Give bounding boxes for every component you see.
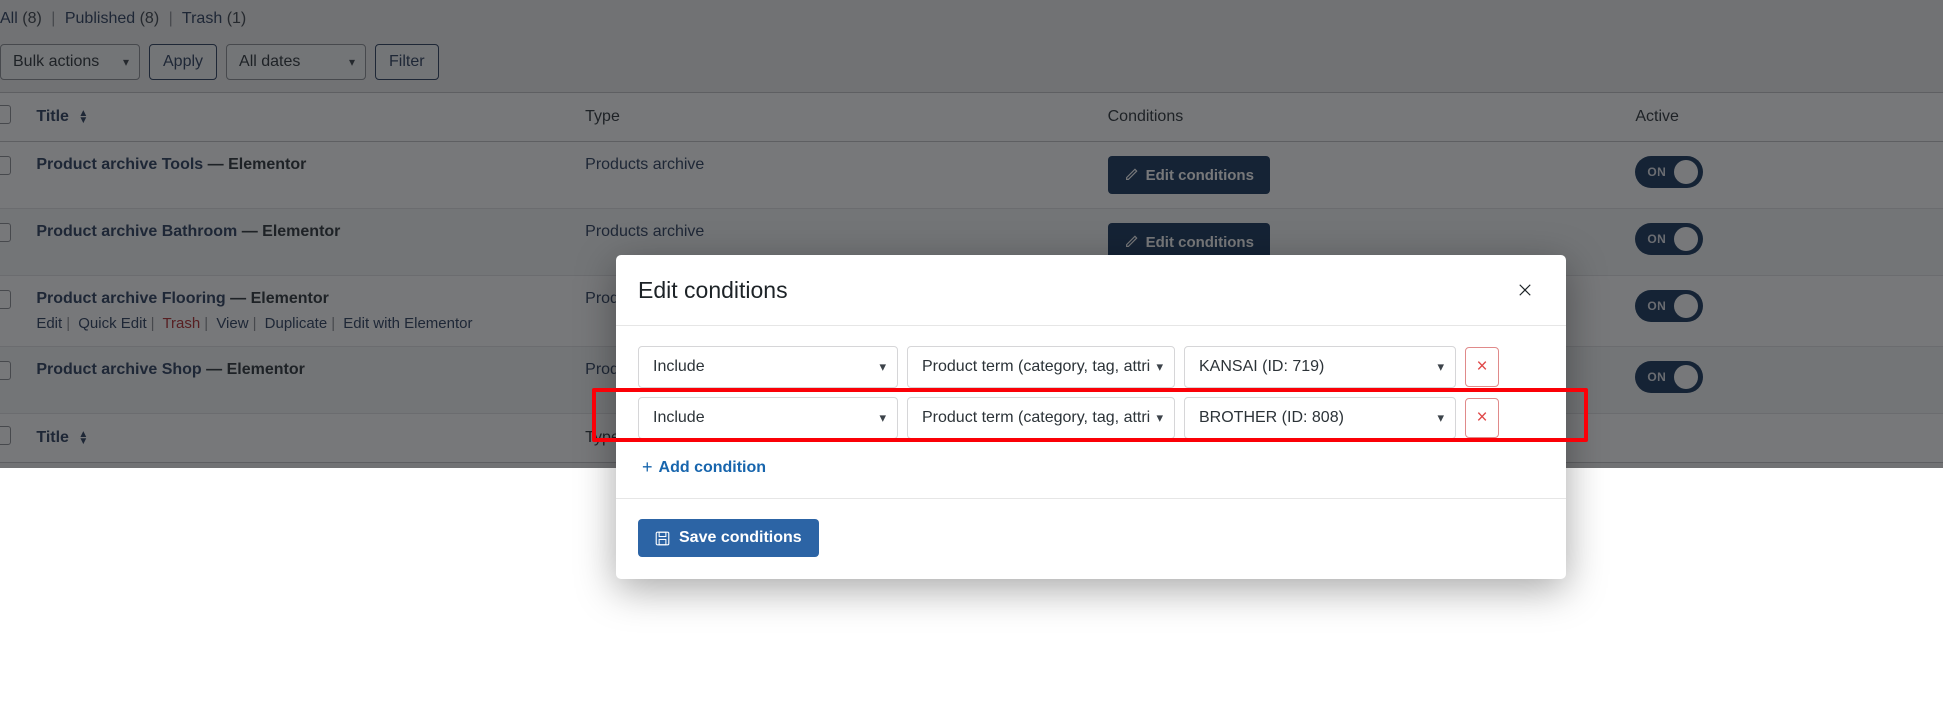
modal-header: Edit conditions: [616, 255, 1566, 326]
edit-conditions-modal: Edit conditions Include ▾ Product term (…: [616, 255, 1566, 579]
remove-condition-button-2[interactable]: ×: [1465, 398, 1499, 438]
screenshot-root: All (8) | Published (8) | Trash (1) Bulk…: [0, 0, 1943, 716]
condition-operator-value-1: Include: [653, 358, 705, 375]
add-condition-label: Add condition: [658, 458, 767, 476]
condition-type-select-1[interactable]: Product term (category, tag, attribute) …: [907, 346, 1175, 388]
save-conditions-label: Save conditions: [679, 529, 802, 546]
plus-icon: +: [642, 457, 653, 477]
add-condition-link[interactable]: + Add condition: [642, 457, 766, 478]
condition-operator-value-2: Include: [653, 409, 705, 426]
condition-value-select-1[interactable]: KANSAI (ID: 719) ▾: [1184, 346, 1456, 388]
chevron-down-icon: ▾: [1437, 410, 1444, 425]
remove-condition-icon: ×: [1476, 407, 1488, 428]
chevron-down-icon: ▾: [1156, 359, 1163, 374]
modal-body: Include ▾ Product term (category, tag, a…: [616, 326, 1566, 478]
condition-operator-select-2[interactable]: Include ▾: [638, 397, 898, 439]
condition-value-select-2[interactable]: BROTHER (ID: 808) ▾: [1184, 397, 1456, 439]
remove-condition-button-1[interactable]: ×: [1465, 347, 1499, 387]
close-icon[interactable]: [1510, 275, 1540, 305]
condition-type-select-2[interactable]: Product term (category, tag, attribute) …: [907, 397, 1175, 439]
chevron-down-icon: ▾: [1156, 410, 1163, 425]
chevron-down-icon: ▾: [1437, 359, 1444, 374]
condition-value-text-1: KANSAI (ID: 719): [1199, 358, 1325, 375]
modal-footer: Save conditions: [616, 498, 1566, 579]
chevron-down-icon: ▾: [879, 359, 886, 374]
condition-row-1: Include ▾ Product term (category, tag, a…: [638, 346, 1544, 388]
condition-value-text-2: BROTHER (ID: 808): [1199, 409, 1344, 426]
modal-title: Edit conditions: [638, 276, 788, 303]
condition-row-2: Include ▾ Product term (category, tag, a…: [638, 397, 1544, 439]
chevron-down-icon: ▾: [879, 410, 886, 425]
close-icon-glyph: [1519, 284, 1531, 296]
condition-type-value-1: Product term (category, tag, attribute): [922, 358, 1151, 375]
condition-type-value-2: Product term (category, tag, attribute): [922, 409, 1151, 426]
save-conditions-button[interactable]: Save conditions: [638, 519, 819, 557]
condition-operator-select-1[interactable]: Include ▾: [638, 346, 898, 388]
remove-condition-icon: ×: [1476, 356, 1488, 377]
save-icon: [655, 531, 670, 545]
